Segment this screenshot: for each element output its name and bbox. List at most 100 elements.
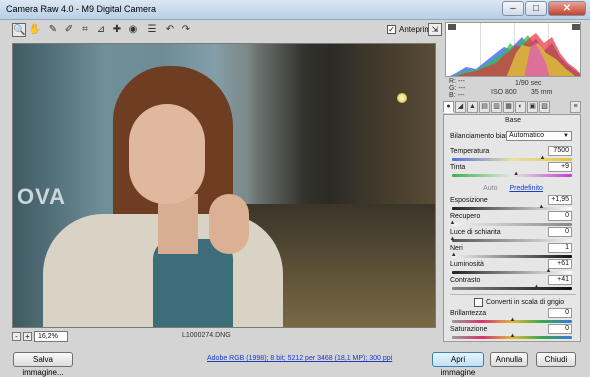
title-bar: Camera Raw 4.0 - M9 Digital Camera – □ ✕ bbox=[0, 0, 590, 20]
ceiling-light bbox=[397, 93, 407, 103]
done-button[interactable]: Chiudi bbox=[536, 352, 576, 367]
tab-camera-calibration-icon[interactable]: ◐ bbox=[515, 101, 526, 113]
retouch-tool-icon[interactable]: ✚ bbox=[110, 23, 124, 37]
temperature-input[interactable]: 7500 bbox=[548, 146, 572, 156]
adjustment-tabs: ● ◢ ▲ ▤ ▥ ▦ ◐ ▣ ▧ ≡ bbox=[443, 101, 581, 114]
tab-basic-icon[interactable]: ● bbox=[443, 101, 454, 113]
save-image-button[interactable]: Salva immagine... bbox=[13, 352, 73, 377]
tab-lens-icon[interactable]: ▦ bbox=[503, 101, 514, 113]
tint-input[interactable]: +9 bbox=[548, 162, 572, 172]
grayscale-checkbox[interactable]: Converti in scala di grigio bbox=[474, 298, 564, 307]
tab-hsl-icon[interactable]: ▤ bbox=[479, 101, 490, 113]
vibrance-slider-thumb[interactable]: ▲ bbox=[509, 317, 516, 323]
workflow-options-link[interactable]: Adobe RGB (1998); 8 bit; 5212 per 3468 (… bbox=[207, 355, 392, 362]
image-preview[interactable]: OVA bbox=[12, 43, 436, 328]
panel-divider bbox=[450, 294, 576, 295]
vibrance-label: Brillantezza bbox=[450, 310, 487, 317]
exposure-input[interactable]: +1,95 bbox=[548, 195, 572, 205]
pixel-readout: R: --- G: --- B: --- 1/90 sec ISO 800 35… bbox=[445, 78, 581, 99]
white-balance-select[interactable]: Automatico ▼ bbox=[506, 131, 572, 141]
contrast-input[interactable]: +41 bbox=[548, 275, 572, 285]
hand-tool-icon[interactable]: ✋ bbox=[28, 23, 42, 37]
tab-presets-icon[interactable]: ▣ bbox=[527, 101, 538, 113]
exposure-slider-thumb[interactable]: ▲ bbox=[538, 204, 545, 210]
temperature-slider-track[interactable] bbox=[452, 158, 572, 161]
close-button[interactable]: ✕ bbox=[548, 1, 586, 16]
zoom-tool-icon[interactable]: 🔍 bbox=[12, 23, 26, 37]
fill-light-label: Luce di schiarita bbox=[450, 229, 501, 236]
brightness-input[interactable]: +61 bbox=[548, 259, 572, 269]
crop-tool-icon[interactable]: ⌗ bbox=[78, 23, 92, 37]
exposure-label: Esposizione bbox=[450, 197, 488, 204]
toolbar: 🔍 ✋ ✎ ✐ ⌗ ⊿ ✚ ◉ ☰ ↶ ↷ ✓ Anteprima ⇲ bbox=[8, 21, 442, 39]
tab-detail-icon[interactable]: ▲ bbox=[467, 101, 478, 113]
readout-blue: B: --- bbox=[449, 92, 465, 99]
brightness-slider-track[interactable] bbox=[452, 271, 572, 274]
fullscreen-toggle-icon[interactable]: ⇲ bbox=[428, 23, 442, 36]
fill-light-slider-track[interactable] bbox=[452, 239, 572, 242]
tab-split-toning-icon[interactable]: ▥ bbox=[491, 101, 502, 113]
panel-title: Base bbox=[505, 117, 521, 124]
highlight-clipping-warning-icon[interactable] bbox=[572, 24, 580, 30]
contrast-slider-track[interactable] bbox=[452, 287, 572, 290]
zoom-in-button[interactable]: + bbox=[23, 332, 32, 341]
basic-panel: Base Bilanciamento bianco: Automatico ▼ … bbox=[443, 114, 581, 342]
rotate-left-icon[interactable]: ↶ bbox=[163, 23, 177, 37]
brightness-slider-thumb[interactable]: ▲ bbox=[545, 268, 552, 274]
white-balance-tool-icon[interactable]: ✎ bbox=[46, 23, 60, 37]
iso-value: ISO 800 bbox=[491, 89, 517, 96]
readout-red: R: --- bbox=[449, 78, 465, 85]
zoom-level-value: 16,2% bbox=[38, 333, 58, 340]
shutter-speed: 1/90 sec bbox=[515, 80, 542, 87]
default-link[interactable]: Predefinito bbox=[509, 185, 542, 192]
tab-tone-curve-icon[interactable]: ◢ bbox=[455, 101, 466, 113]
auto-link[interactable]: Auto bbox=[483, 185, 497, 192]
blacks-slider-thumb[interactable]: ▲ bbox=[450, 252, 457, 258]
contrast-slider-thumb[interactable]: ▲ bbox=[533, 284, 540, 290]
checkbox-unchecked-icon[interactable] bbox=[474, 298, 483, 307]
panel-menu-icon[interactable]: ≡ bbox=[570, 101, 581, 113]
tint-slider-thumb[interactable]: ▲ bbox=[513, 171, 520, 177]
minimize-button[interactable]: – bbox=[502, 1, 524, 16]
wall-lettering: OVA bbox=[17, 184, 67, 209]
exposure-slider-track[interactable] bbox=[452, 207, 572, 210]
preferences-icon[interactable]: ☰ bbox=[145, 23, 159, 37]
vibrance-input[interactable]: 0 bbox=[548, 308, 572, 318]
rotate-right-icon[interactable]: ↷ bbox=[179, 23, 193, 37]
straighten-tool-icon[interactable]: ⊿ bbox=[94, 23, 108, 37]
temperature-slider-thumb[interactable]: ▲ bbox=[539, 155, 546, 161]
shadow-clipping-warning-icon[interactable] bbox=[448, 24, 456, 30]
zoom-out-button[interactable]: - bbox=[12, 332, 21, 341]
blacks-input[interactable]: 1 bbox=[548, 243, 572, 253]
blacks-slider-track[interactable] bbox=[452, 255, 572, 258]
zoom-level-select[interactable]: 16,2% bbox=[34, 331, 68, 342]
chevron-down-icon: ▼ bbox=[563, 133, 569, 139]
checkbox-checked-icon[interactable]: ✓ bbox=[387, 25, 396, 34]
contrast-label: Contrasto bbox=[450, 277, 481, 284]
recovery-slider-track[interactable] bbox=[452, 223, 572, 226]
recovery-slider-thumb[interactable]: ▲ bbox=[449, 220, 456, 226]
subject-face bbox=[129, 104, 205, 204]
fill-light-slider-thumb[interactable]: ▲ bbox=[449, 236, 456, 242]
file-name: L1000274.DNG bbox=[182, 332, 231, 339]
cancel-button[interactable]: Annulla bbox=[490, 352, 528, 367]
white-balance-value: Automatico bbox=[509, 132, 545, 139]
blacks-label: Neri bbox=[450, 245, 463, 252]
tint-label: Tinta bbox=[450, 164, 466, 171]
maximize-button[interactable]: □ bbox=[525, 1, 547, 16]
saturation-slider-thumb[interactable]: ▲ bbox=[509, 333, 516, 339]
color-sampler-tool-icon[interactable]: ✐ bbox=[62, 23, 76, 37]
readout-green: G: --- bbox=[449, 85, 466, 92]
histogram-graph bbox=[450, 33, 580, 76]
recovery-input[interactable]: 0 bbox=[548, 211, 572, 221]
status-bar: - + 16,2% L1000274.DNG bbox=[12, 331, 436, 343]
tab-snapshots-icon[interactable]: ▧ bbox=[539, 101, 550, 113]
auto-default-links: Auto Predefinito bbox=[444, 185, 582, 192]
bottom-bar: Salva immagine... Adobe RGB (1998); 8 bi… bbox=[0, 346, 590, 377]
histogram bbox=[445, 22, 581, 77]
open-image-button[interactable]: Apri immagine bbox=[432, 352, 484, 377]
window-controls: – □ ✕ bbox=[502, 1, 586, 16]
fill-light-input[interactable]: 0 bbox=[548, 227, 572, 237]
red-eye-tool-icon[interactable]: ◉ bbox=[126, 23, 140, 37]
saturation-input[interactable]: 0 bbox=[548, 324, 572, 334]
